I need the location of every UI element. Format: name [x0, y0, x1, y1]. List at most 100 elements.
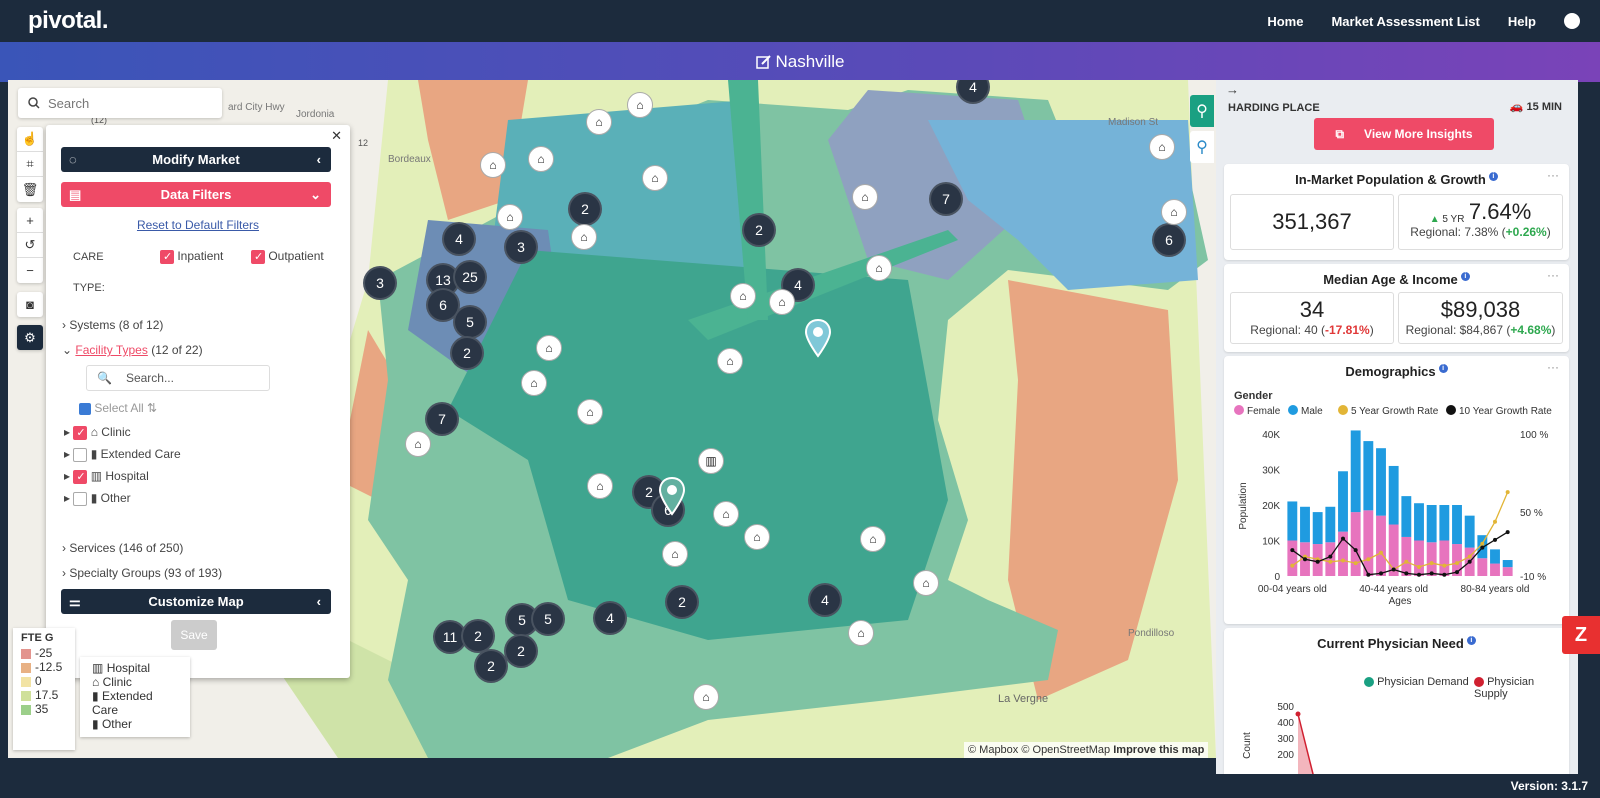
map-cluster[interactable]: 3 [504, 230, 538, 264]
reset-filters-link[interactable]: Reset to Default Filters [46, 218, 350, 232]
facility-types-toggle[interactable]: ⌄ Facility Types (12 of 22) [62, 343, 203, 357]
more-icon[interactable]: ··· [1547, 168, 1559, 182]
clinic-marker-icon[interactable]: ⌂ [480, 152, 506, 178]
zoom-in-icon[interactable]: + [17, 208, 43, 233]
clinic-marker-icon[interactable]: ⌂ [571, 224, 597, 250]
clinic-marker-icon[interactable]: ⌂ [848, 620, 874, 646]
clinic-marker-icon[interactable]: ⌂ [521, 370, 547, 396]
nav-market-assessment-list[interactable]: Market Assessment List [1331, 14, 1479, 29]
outpatient-checkbox[interactable]: Outpatient [251, 249, 324, 264]
systems-toggle[interactable]: › Systems (8 of 12) [62, 318, 163, 332]
map-cluster[interactable]: 7 [425, 402, 459, 436]
clinic-marker-icon[interactable]: ⌂ [587, 473, 613, 499]
map-cluster[interactable]: 25 [453, 260, 487, 294]
map-search[interactable]: Search [18, 88, 222, 118]
improve-map-link[interactable]: Improve this map [1113, 744, 1204, 756]
clinic-marker-icon[interactable]: ⌂ [866, 255, 892, 281]
nav-help[interactable]: Help [1508, 14, 1536, 29]
specialty-toggle[interactable]: › Specialty Groups (93 of 193) [62, 566, 222, 580]
info-icon[interactable]: i [1460, 272, 1470, 281]
reset-view-icon[interactable]: ↺ [17, 233, 43, 258]
clinic-marker-icon[interactable]: ⌂ [497, 204, 523, 230]
map-cluster[interactable]: 4 [808, 583, 842, 617]
clinic-marker-icon[interactable]: ⌂ [536, 335, 562, 361]
modify-market-button[interactable]: ◌ Modify Market ‹ [61, 147, 331, 172]
map-cluster[interactable]: 6 [1152, 223, 1186, 257]
bar-female [1414, 540, 1424, 576]
more-icon[interactable]: ··· [1547, 360, 1559, 374]
growth-regional: Regional: 7.38% (+0.26%) [1410, 225, 1551, 239]
clinic-marker-icon[interactable]: ⌂ [627, 92, 653, 118]
map-cluster[interactable]: 7 [929, 182, 963, 216]
map-cluster[interactable]: 4 [593, 601, 627, 635]
type-row-clinic[interactable]: ▸ ⌂ Clinic [64, 425, 131, 440]
info-icon[interactable]: i [1438, 364, 1448, 373]
clinic-marker-icon[interactable]: ⌂ [730, 283, 756, 309]
clinic-marker-icon[interactable]: ⌂ [860, 526, 886, 552]
user-icon[interactable] [1564, 13, 1580, 29]
map-cluster[interactable]: 2 [450, 336, 484, 370]
nav-home[interactable]: Home [1267, 14, 1303, 29]
camera-icon[interactable]: ◙ [17, 292, 43, 317]
clinic-marker-icon[interactable]: ⌂ [642, 165, 668, 191]
view-more-insights-button[interactable]: ⧉ View More Insights [1314, 118, 1494, 150]
map-cluster[interactable]: 2 [461, 619, 495, 653]
select-area-icon[interactable]: ⌗ [17, 152, 43, 177]
arrow-right-icon[interactable]: → [1226, 82, 1239, 97]
trash-icon[interactable]: 🗑 [17, 177, 43, 202]
location-pin-icon[interactable] [658, 476, 686, 516]
map-cluster[interactable]: 5 [453, 305, 487, 339]
edit-icon[interactable] [755, 54, 772, 70]
hospital-marker-icon[interactable]: ▥ [698, 448, 724, 474]
clinic-marker-icon[interactable]: ⌂ [577, 399, 603, 425]
clinic-marker-icon[interactable]: ⌂ [586, 109, 612, 135]
clinic-marker-icon[interactable]: ⌂ [405, 431, 431, 457]
clinic-marker-icon[interactable]: ⌂ [528, 146, 554, 172]
clinic-marker-icon[interactable]: ⌂ [913, 570, 939, 596]
customize-map-button[interactable]: ⚌ Customize Map ‹ [61, 589, 331, 614]
clinic-marker-icon[interactable]: ⌂ [1161, 199, 1187, 225]
income-value: $89,038 [1440, 297, 1521, 322]
attribution-text[interactable]: © Mapbox © OpenStreetMap [968, 744, 1110, 756]
inpatient-checkbox[interactable]: Inpatient [160, 249, 223, 264]
more-icon[interactable]: ··· [1547, 268, 1559, 282]
map-pin-outline-tab-icon[interactable]: ⚲ [1190, 131, 1214, 163]
facility-search-input[interactable]: 🔍 Search... [86, 365, 270, 391]
map-cluster[interactable]: 2 [568, 192, 602, 226]
age-income-card: Median Age & Income i ··· 34 Regional: 40… [1224, 264, 1569, 352]
type-row-extended-care[interactable]: ▸ ▮ Extended Care [64, 447, 181, 462]
close-icon[interactable]: ✕ [331, 128, 342, 144]
clinic-marker-icon[interactable]: ⌂ [769, 289, 795, 315]
services-toggle[interactable]: › Services (146 of 250) [62, 541, 183, 555]
save-button[interactable]: Save [171, 620, 217, 650]
map-cluster[interactable]: 2 [504, 634, 538, 668]
clinic-marker-icon[interactable]: ⌂ [717, 348, 743, 374]
data-filters-button[interactable]: ▤ Data Filters ⌄ [61, 182, 331, 207]
gear-icon[interactable]: ⚙ [17, 325, 43, 350]
type-row-other[interactable]: ▸ ▮ Other [64, 491, 131, 506]
map-cluster[interactable]: 2 [665, 585, 699, 619]
map-cluster[interactable]: 3 [363, 266, 397, 300]
brand-widget-icon[interactable]: Z [1562, 616, 1600, 654]
market-title[interactable]: Nashville [776, 52, 845, 72]
clinic-marker-icon[interactable]: ⌂ [693, 684, 719, 710]
clinic-marker-icon[interactable]: ⌂ [713, 501, 739, 527]
demographics-chart[interactable]: Female Male 5 Year Growth Rate 10 Year Grow… [1224, 402, 1569, 622]
type-row-hospital[interactable]: ▸ ▥ Hospital [64, 469, 149, 484]
map-cluster[interactable]: 4 [442, 222, 476, 256]
clinic-marker-icon[interactable]: ⌂ [852, 184, 878, 210]
map-pin-tab-icon[interactable]: ⚲ [1190, 95, 1214, 127]
info-icon[interactable]: i [1488, 172, 1498, 181]
zoom-out-icon[interactable]: − [17, 258, 43, 283]
map-cluster[interactable]: 5 [531, 602, 565, 636]
clinic-marker-icon[interactable]: ⌂ [744, 524, 770, 550]
map-cluster[interactable]: 2 [474, 649, 508, 683]
map-cluster[interactable]: 2 [742, 213, 776, 247]
clinic-marker-icon[interactable]: ⌂ [1149, 134, 1175, 160]
location-pin-icon[interactable] [804, 318, 832, 358]
pivotal-logo[interactable]: pivotal. [28, 7, 109, 35]
clinic-marker-icon[interactable]: ⌂ [662, 541, 688, 567]
svg-text:Bordeaux: Bordeaux [388, 154, 431, 165]
hand-icon[interactable]: ☝ [17, 127, 43, 152]
select-all-checkbox[interactable]: Select All ⇅ [79, 401, 157, 415]
